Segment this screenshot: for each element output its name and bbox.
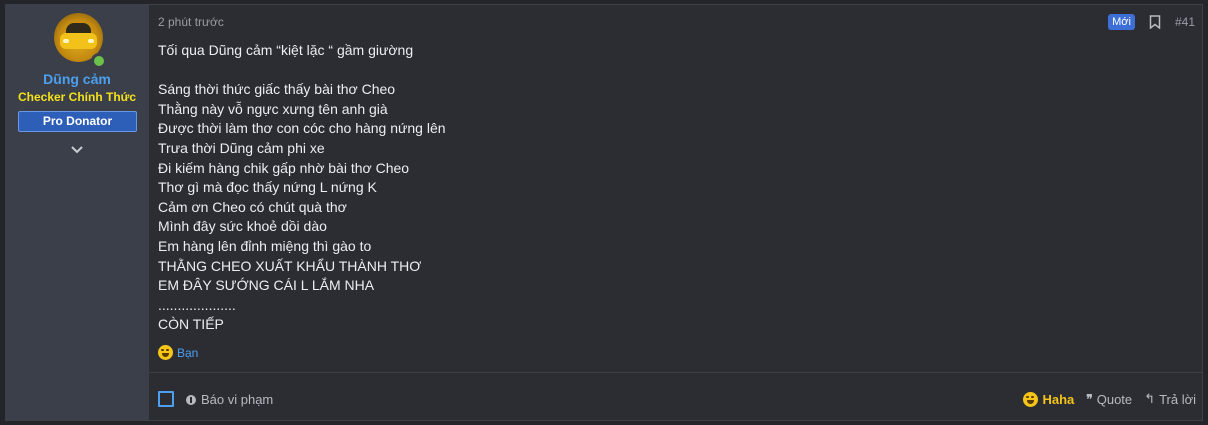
haha-label: Haha [1042,391,1075,407]
quote-icon: ❞ [1086,392,1093,406]
user-sidebar: Dũng cảm Checker Chính Thức Pro Donator [6,5,149,420]
info-icon [186,394,196,405]
bookmark-icon[interactable] [1149,15,1161,29]
post-actions: Haha ❞ Quote ↰ Trả lời [1023,391,1196,407]
quote-button[interactable]: ❞ Quote [1086,392,1132,407]
post-time[interactable]: 2 phút trước [158,15,224,29]
haha-emoji-icon [1023,391,1039,407]
post-footer: Báo vi phạm Haha ❞ Quote ↰ Trả lời [148,372,1202,423]
post-meta: Mới #41 [1108,14,1195,30]
haha-button[interactable]: Haha [1023,391,1075,407]
post-main: 2 phút trước Mới #41 Tối qua Dũng cảm “k… [148,5,1202,420]
post-body: Tối qua Dũng cảm “kiệt lặc “ gầm giường … [158,42,446,333]
post: Dũng cảm Checker Chính Thức Pro Donator … [5,4,1203,421]
new-badge: Mới [1108,14,1135,30]
online-status-icon [91,53,107,69]
reply-icon: ↰ [1144,391,1156,406]
select-post-checkbox[interactable] [158,391,174,407]
reactions-bar[interactable]: Bạn [158,345,198,360]
haha-emoji-icon [158,345,173,360]
quote-label: Quote [1096,391,1133,407]
chevron-down-icon[interactable] [70,143,84,157]
user-banner: Pro Donator [18,111,137,132]
username[interactable]: Dũng cảm [6,71,148,87]
post-number[interactable]: #41 [1175,15,1195,29]
reply-label: Trả lời [1159,391,1196,407]
report-link[interactable]: Báo vi phạm [186,392,273,407]
user-title: Checker Chính Thức [17,90,137,104]
reaction-users[interactable]: Bạn [177,346,198,360]
reply-button[interactable]: ↰ Trả lời [1144,391,1196,407]
report-label: Báo vi phạm [201,392,274,407]
